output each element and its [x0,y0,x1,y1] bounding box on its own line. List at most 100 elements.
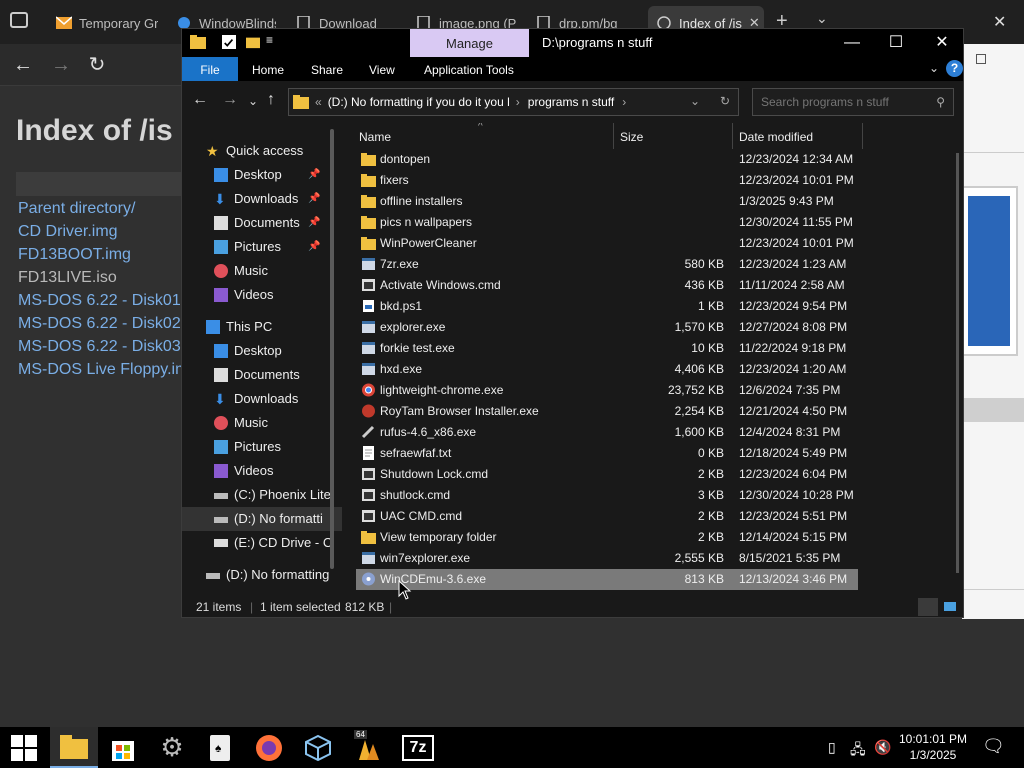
properties-quick-icon[interactable] [222,35,236,49]
file-link[interactable]: MS-DOS 6.22 - Disk02. [18,315,185,333]
nav-qa-desktop[interactable]: Desktop 📌 [182,163,342,187]
search-box[interactable]: ⚲ [752,88,954,116]
up-arrow-icon[interactable]: ↑ [267,91,275,109]
breadcrumb-drive[interactable]: (D:) No formatting if you do it you l [328,95,510,109]
tab-share[interactable]: Share [311,57,343,81]
nav-qa-documents[interactable]: Documents 📌 [182,211,342,235]
taskbar-firefox[interactable] [245,727,293,768]
nav-drive-d-root[interactable]: (D:) No formatting [182,563,342,587]
nav-scrollbar[interactable] [330,129,334,569]
address-bar[interactable]: « (D:) No formatting if you do it you l … [288,88,739,116]
start-button[interactable] [0,727,48,768]
forward-arrow-icon[interactable]: → [48,52,74,78]
taskbar-clock[interactable]: 10:01:01 PM 1/3/2025 [893,731,973,763]
address-history-chevron-icon[interactable]: ⌄ [690,94,700,108]
recent-locations-chevron-icon[interactable]: ⌄ [248,94,258,108]
taskbar-virtualbox[interactable] [294,727,342,768]
file-row[interactable]: Shutdown Lock.cmd 2 KB 12/23/2024 6:04 PM [356,464,858,485]
file-link[interactable]: CD Driver.img [18,223,118,241]
file-row[interactable]: rufus-4.6_x86.exe 1,600 KB 12/4/2024 8:31 … [356,422,858,443]
nav-qa-music[interactable]: Music [182,259,342,283]
back-arrow-icon[interactable]: ← [192,91,208,109]
expand-ribbon-chevron-icon[interactable]: ⌄ [929,61,939,75]
help-button[interactable]: ? [946,60,963,77]
explorer-titlebar[interactable]: ≡ Manage D:\programs n stuff — ☐ ✕ [182,29,963,57]
nav-drive-c[interactable]: (C:) Phoenix Lite [182,483,342,507]
taskbar-store[interactable] [99,727,147,768]
file-row[interactable]: hxd.exe 4,406 KB 12/23/2024 1:20 AM [356,359,858,380]
reload-icon[interactable]: ↻ [84,52,110,78]
column-header-date[interactable]: Date modified [733,123,863,149]
minimize-icon[interactable]: — [830,31,874,55]
file-row[interactable]: offline installers 1/3/2025 9:43 PM [356,191,858,212]
browser-close-icon[interactable]: ✕ [993,12,1006,32]
browser-tab-1[interactable]: Temporary Gr [48,6,158,40]
search-input[interactable] [761,95,926,109]
file-row[interactable]: forkie test.exe 10 KB 11/22/2024 9:18 PM [356,338,858,359]
file-row[interactable]: WinPowerCleaner 12/23/2024 10:01 PM [356,233,858,254]
nav-pc-pictures[interactable]: Pictures [182,435,342,459]
file-row[interactable]: UAC CMD.cmd 2 KB 12/23/2024 5:51 PM [356,506,858,527]
file-row[interactable]: View temporary folder 2 KB 12/14/2024 5:15… [356,527,858,548]
file-row[interactable]: sefraewfaf.txt 0 KB 12/18/2024 5:49 PM [356,443,858,464]
forward-arrow-icon[interactable]: → [222,91,238,109]
details-view-button[interactable] [918,598,938,616]
nav-pc-videos[interactable]: Videos [182,459,342,483]
nav-this-pc[interactable]: This PC [182,315,342,339]
breadcrumb-folder[interactable]: programs n stuff [528,95,614,109]
nav-pc-music[interactable]: Music [182,411,342,435]
nav-pc-desktop[interactable]: Desktop [182,339,342,363]
file-row[interactable]: RoyTam Browser Installer.exe 2,254 KB 12/2… [356,401,858,422]
file-row[interactable]: lightweight-chrome.exe 23,752 KB 12/6/2024… [356,380,858,401]
tab-application-tools[interactable]: Application Tools [424,57,514,81]
file-link[interactable]: MS-DOS 6.22 - Disk03. [18,338,185,356]
refresh-icon[interactable]: ↻ [720,94,730,108]
network-icon[interactable]: 🖧 [850,739,866,763]
breadcrumb-separator[interactable]: › [622,95,626,109]
nav-drive-e[interactable]: (E:) CD Drive - C [182,531,342,555]
nav-quick-access[interactable]: ★ Quick access [182,139,342,163]
battery-icon[interactable]: ▯ [828,739,836,756]
nav-pc-downloads[interactable]: ⬇ Downloads [182,387,342,411]
new-folder-quick-icon[interactable] [246,35,260,49]
file-link[interactable]: MS-DOS Live Floppy.im [18,361,188,379]
file-list-scrollbar[interactable] [956,153,959,573]
taskbar-7zip[interactable]: 7z [394,727,442,768]
tab-actions-icon[interactable] [10,12,28,28]
back-arrow-icon[interactable]: ← [10,52,36,78]
file-row[interactable]: pics n wallpapers 12/30/2024 11:55 PM [356,212,858,233]
file-link[interactable]: FD13LIVE.iso [18,269,117,287]
maximize-icon[interactable]: ☐ [874,31,918,55]
taskbar-settings-app[interactable]: ⚙ [148,727,196,768]
file-row[interactable]: shutlock.cmd 3 KB 12/30/2024 10:28 PM [356,485,858,506]
column-header-size[interactable]: Size [614,123,733,149]
notifications-icon[interactable]: 🗨 [982,736,1005,757]
column-header-name[interactable]: Name ^ [350,123,614,149]
large-icons-view-button[interactable] [940,598,960,616]
file-row[interactable]: fixers 12/23/2024 10:01 PM [356,170,858,191]
nav-qa-pictures[interactable]: Pictures 📌 [182,235,342,259]
overflow-crumb[interactable]: « [315,95,322,109]
nav-drive-d[interactable]: (D:) No formatti [182,507,342,531]
file-link[interactable]: MS-DOS 6.22 - Disk01. [18,292,185,310]
nav-qa-downloads[interactable]: ⬇ Downloads 📌 [182,187,342,211]
tab-home[interactable]: Home [252,57,284,81]
nav-pc-documents[interactable]: Documents [182,363,342,387]
tab-file[interactable]: File [182,57,238,81]
file-row[interactable]: explorer.exe 1,570 KB 12/27/2024 8:08 PM [356,317,858,338]
tab-view[interactable]: View [369,57,395,81]
volume-muted-icon[interactable]: 🔇 [874,739,891,756]
file-row[interactable]: Activate Windows.cmd 436 KB 11/11/2024 2:5… [356,275,858,296]
tab-list-chevron-icon[interactable]: ⌄ [816,10,828,27]
file-row[interactable]: bkd.ps1 1 KB 12/23/2024 9:54 PM [356,296,858,317]
close-icon[interactable]: ✕ [920,31,963,55]
manage-contextual-tab[interactable]: Manage [410,29,529,57]
file-row[interactable]: win7explorer.exe 2,555 KB 8/15/2021 5:35 P… [356,548,858,569]
file-row[interactable]: 7zr.exe 580 KB 12/23/2024 1:23 AM [356,254,858,275]
file-row[interactable]: WinCDEmu-3.6.exe 813 KB 12/13/2024 3:46 PM [356,569,858,590]
taskbar-app-64[interactable]: 64 [344,727,392,768]
taskbar-file-explorer[interactable] [50,727,98,768]
nav-qa-videos[interactable]: Videos [182,283,342,307]
file-row[interactable]: dontopen 12/23/2024 12:34 AM [356,149,858,170]
customize-qat-chevron-icon[interactable]: ≡ [266,33,273,47]
